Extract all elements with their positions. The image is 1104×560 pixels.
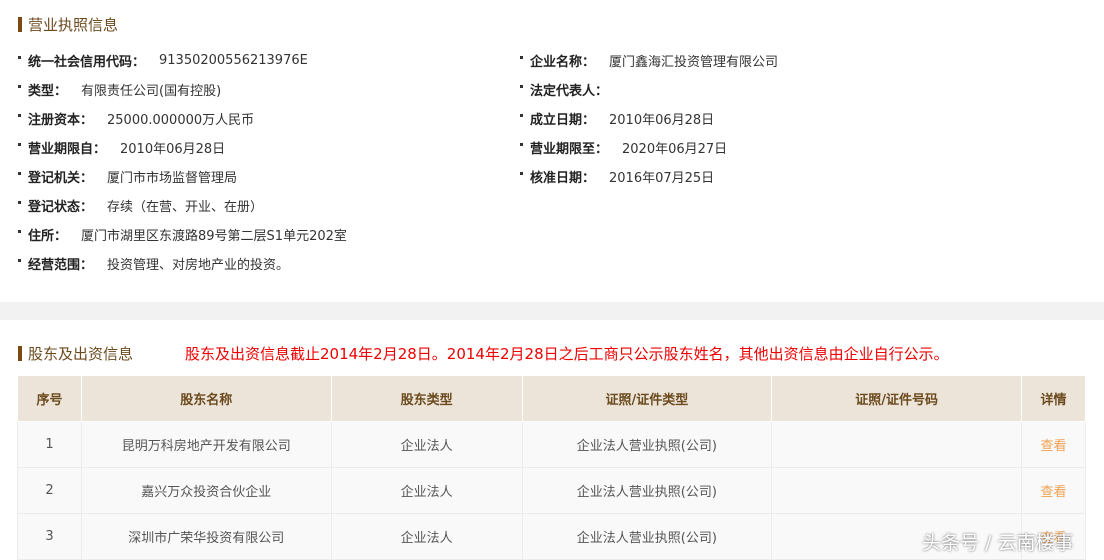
info-field: 营业期限至： 2020年06月27日 [520,137,727,157]
field-label: 成立日期： [530,112,596,128]
bullet-icon [18,200,21,204]
table-cell [771,421,1022,468]
column-header: 详情 [1021,375,1086,422]
info-field: 注册资本： 25000.000000万人民币 [18,108,254,128]
table-cell: 嘉兴万众投资合伙企业 [80,467,332,514]
field-label: 法定代表人： [530,83,609,99]
info-field: 营业期限自： 2010年06月28日 [18,137,225,157]
field-value: 2010年06月28日 [609,112,715,128]
field-label: 注册资本： [28,112,94,128]
info-field: 经营范围： 投资管理、对房地产业的投资。 [18,253,289,273]
table-cell: 企业法人 [330,513,523,560]
title-bar [18,346,22,361]
field-value: 投资管理、对房地产业的投资。 [107,257,290,273]
bullet-icon [18,171,21,175]
bullet-icon [520,142,523,146]
table-cell: 企业法人 [330,421,523,468]
column-header: 股东类型 [330,375,523,422]
watermark: 头条号 / 云南楼事 [922,532,1074,554]
table-cell: 1 [17,421,82,468]
field-value: 厦门鑫海汇投资管理有限公司 [609,54,779,70]
title-text: 营业执照信息 [28,16,119,34]
column-header: 证照/证件号码 [771,375,1022,422]
bullet-icon [18,84,21,88]
table-cell [771,467,1022,514]
table-cell: 企业法人营业执照(公司) [521,513,773,560]
shareholder-notice: 股东及出资信息截止2014年2月28日。2014年2月28日之后工商只公示股东姓… [185,345,949,363]
field-label: 营业期限自： [28,141,107,157]
field-value: 存续（在营、开业、在册） [107,199,264,215]
table-cell: 2 [17,467,82,514]
bullet-icon [18,258,21,262]
info-field: 法定代表人： [520,79,622,99]
table-cell: 企业法人营业执照(公司) [521,421,773,468]
field-value: 2020年06月27日 [622,141,728,157]
info-field: 统一社会信用代码： 91350200556213976E [18,50,308,70]
bullet-icon [520,55,523,59]
field-value: 2010年06月28日 [120,141,226,157]
table-row: 2 嘉兴万众投资合伙企业 企业法人 企业法人营业执照(公司) 查看 [17,467,1086,514]
info-field: 住所： 厦门市湖里区东渡路89号第二层S1单元202室 [18,224,347,244]
info-field: 核准日期： 2016年07月25日 [520,166,714,186]
bullet-icon [520,113,523,117]
bullet-icon [18,113,21,117]
field-value: 91350200556213976E [159,52,308,68]
field-label: 营业期限至： [530,141,609,157]
table-cell: 昆明万科房地产开发有限公司 [80,421,332,468]
column-header: 证照/证件类型 [521,375,773,422]
view-link[interactable]: 查看 [1021,467,1086,514]
table-cell: 企业法人 [330,467,523,514]
table-cell: 企业法人营业执照(公司) [521,467,773,514]
field-label: 登记机关： [28,170,94,186]
field-value: 2016年07月25日 [609,170,715,186]
table-cell: 深圳市广荣华投资有限公司 [80,513,332,560]
field-label: 经营范围： [28,257,94,273]
bullet-icon [18,142,21,146]
field-value: 25000.000000万人民币 [107,112,255,128]
title-text: 股东及出资信息 [28,345,134,363]
field-label: 企业名称： [530,54,596,70]
table-row: 1 昆明万科房地产开发有限公司 企业法人 企业法人营业执照(公司) 查看 [17,421,1086,468]
view-link[interactable]: 查看 [1021,421,1086,468]
field-label: 核准日期： [530,170,596,186]
column-header: 股东名称 [80,375,332,422]
field-value: 有限责任公司(国有控股) [81,83,222,99]
license-panel: 营业执照信息 统一社会信用代码： 91350200556213976E 类型： 有限责… [0,0,1104,302]
field-value: 厦门市湖里区东渡路89号第二层S1单元202室 [81,228,347,244]
bullet-icon [520,171,523,175]
column-header: 序号 [17,375,82,422]
info-field: 类型： 有限责任公司(国有控股) [18,79,221,99]
table-header: 序号 股东名称 股东类型 证照/证件类型 证照/证件号码 详情 [17,375,1086,422]
info-field: 登记状态： 存续（在营、开业、在册） [18,195,263,215]
license-section-title: 营业执照信息 [18,14,118,35]
field-label: 统一社会信用代码： [28,54,146,70]
shareholder-section-title: 股东及出资信息 [18,343,133,364]
info-field: 企业名称： 厦门鑫海汇投资管理有限公司 [520,50,778,70]
field-value: 厦门市市场监督管理局 [107,170,238,186]
bullet-icon [18,229,21,233]
title-bar [18,17,22,32]
field-label: 住所： [28,228,68,244]
table-cell: 3 [17,513,82,560]
field-label: 登记状态： [28,199,94,215]
bullet-icon [18,55,21,59]
field-label: 类型： [28,83,68,99]
bullet-icon [520,84,523,88]
info-field: 登记机关： 厦门市市场监督管理局 [18,166,237,186]
info-field: 成立日期： 2010年06月28日 [520,108,714,128]
